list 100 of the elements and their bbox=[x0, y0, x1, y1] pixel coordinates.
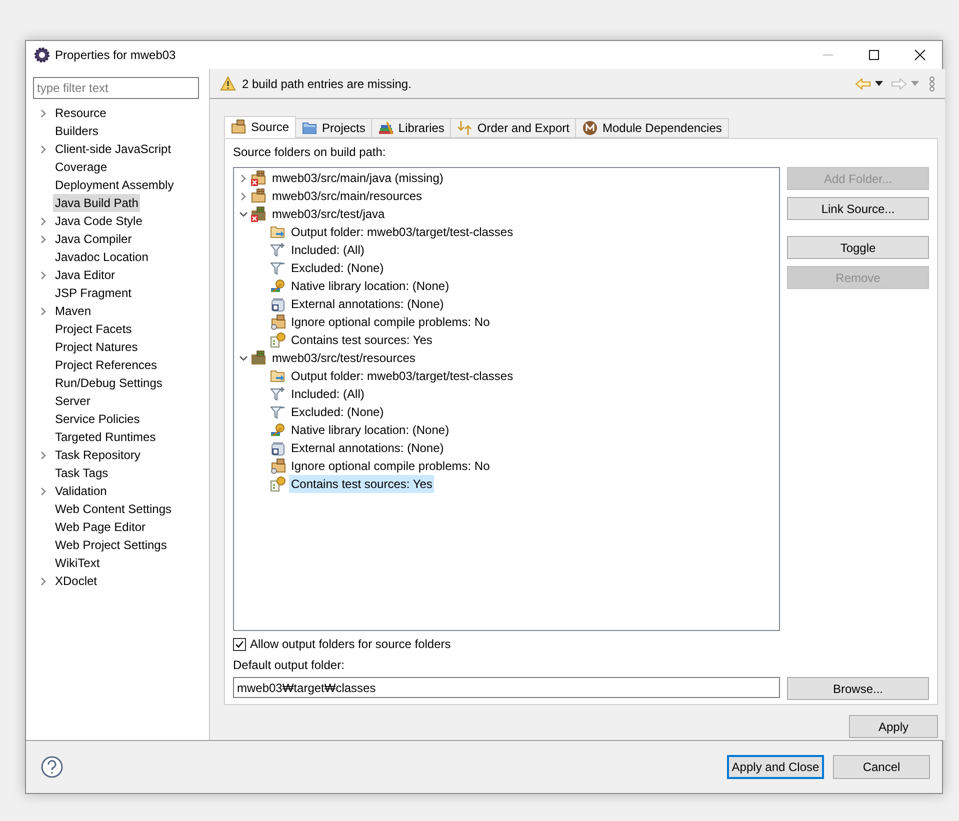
checkbox-label: Allow output folders for source folders bbox=[250, 636, 451, 653]
section-label: Source folders on build path: bbox=[233, 144, 387, 160]
nav-item[interactable]: XDoclet bbox=[53, 572, 100, 590]
apply-button[interactable]: Apply bbox=[849, 715, 938, 738]
nav-item[interactable]: Java Build Path bbox=[53, 194, 140, 212]
chevron-icon[interactable] bbox=[38, 576, 48, 586]
m-circle-icon bbox=[582, 120, 598, 136]
nav-item[interactable]: Project References bbox=[53, 356, 160, 374]
window-title: Properties for mweb03 bbox=[55, 47, 176, 64]
chevron-icon[interactable] bbox=[38, 216, 48, 226]
nav-item[interactable]: Validation bbox=[53, 482, 109, 500]
chevron-icon[interactable] bbox=[38, 144, 48, 154]
tab[interactable]: Order and Export bbox=[450, 118, 576, 138]
nav-item[interactable]: Web Project Settings bbox=[53, 536, 169, 554]
chevron-icon[interactable] bbox=[239, 210, 248, 218]
tree-item[interactable]: Included: (All) bbox=[289, 241, 366, 259]
chevron-icon[interactable] bbox=[239, 192, 248, 200]
tree-item[interactable]: External annotations: (None) bbox=[289, 295, 446, 313]
tree-item[interactable]: mweb03/src/test/java bbox=[270, 205, 387, 223]
nav-item[interactable]: Project Natures bbox=[53, 338, 140, 356]
more-options-icon[interactable] bbox=[929, 76, 935, 92]
tree-item[interactable]: Output folder: mweb03/target/test-classes bbox=[289, 223, 516, 241]
tree-item[interactable]: mweb03/src/test/resources bbox=[270, 349, 418, 367]
jar-icon bbox=[270, 440, 286, 456]
dialog-button[interactable]: Apply and Close bbox=[727, 755, 824, 779]
nav-item[interactable]: Web Content Settings bbox=[53, 500, 174, 518]
filter-plus-icon bbox=[270, 386, 286, 402]
filter-plus-icon bbox=[270, 242, 286, 258]
tree-item[interactable]: Excluded: (None) bbox=[289, 403, 386, 421]
nav-item[interactable]: Resource bbox=[53, 104, 108, 122]
nav-item[interactable]: Run/Debug Settings bbox=[53, 374, 164, 392]
tree-item[interactable]: Native library location: (None) bbox=[289, 277, 452, 295]
arrows-up-down-icon bbox=[457, 120, 474, 136]
side-button[interactable]: Toggle bbox=[787, 236, 929, 259]
nav-item[interactable]: Coverage bbox=[53, 158, 110, 176]
tree-item[interactable]: Contains test sources: Yes bbox=[289, 475, 434, 493]
help-icon[interactable] bbox=[41, 756, 63, 778]
tree-item[interactable]: Contains test sources: Yes bbox=[289, 331, 434, 349]
gear-icon bbox=[34, 47, 50, 63]
tree-item[interactable]: mweb03/src/main/java (missing) bbox=[270, 169, 446, 187]
nav-item[interactable]: Targeted Runtimes bbox=[53, 428, 158, 446]
chevron-icon[interactable] bbox=[239, 174, 248, 182]
close-icon[interactable] bbox=[914, 49, 926, 61]
browse-button[interactable]: Browse... bbox=[787, 677, 929, 700]
forward-arrow-icon[interactable] bbox=[891, 78, 907, 90]
chevron-icon[interactable] bbox=[38, 108, 48, 118]
folder-package-icon bbox=[270, 458, 286, 474]
chevron-icon[interactable] bbox=[239, 354, 248, 362]
tree-item[interactable]: Ignore optional compile problems: No bbox=[289, 457, 492, 475]
tree-item[interactable]: External annotations: (None) bbox=[289, 439, 446, 457]
output-folder-field[interactable]: mweb03₩target₩classes bbox=[233, 677, 780, 698]
folder-icon bbox=[302, 120, 318, 136]
nav-item[interactable]: Deployment Assembly bbox=[53, 176, 176, 194]
nav-item[interactable]: Maven bbox=[53, 302, 94, 320]
tree-item[interactable]: Native library location: (None) bbox=[289, 421, 452, 439]
nav-item[interactable]: Web Page Editor bbox=[53, 518, 148, 536]
nav-item[interactable]: Client-side JavaScript bbox=[53, 140, 174, 158]
nav-item[interactable]: JSP Fragment bbox=[53, 284, 134, 302]
jar-icon bbox=[270, 296, 286, 312]
chevron-icon[interactable] bbox=[38, 486, 48, 496]
nav-item[interactable]: Task Tags bbox=[53, 464, 110, 482]
nav-item[interactable]: Project Facets bbox=[53, 320, 134, 338]
tree-item[interactable]: Included: (All) bbox=[289, 385, 366, 403]
tree-item[interactable]: Output folder: mweb03/target/test-classes bbox=[289, 367, 516, 385]
nav-item[interactable]: WikiText bbox=[53, 554, 102, 572]
side-button[interactable]: Link Source... bbox=[787, 197, 929, 220]
tree-item[interactable]: Excluded: (None) bbox=[289, 259, 386, 277]
checkbox[interactable] bbox=[233, 638, 246, 650]
tab[interactable]: Module Dependencies bbox=[575, 118, 729, 138]
tab[interactable]: Libraries bbox=[371, 118, 452, 138]
tree-item[interactable]: mweb03/src/main/resources bbox=[270, 187, 424, 205]
nav-item[interactable]: Server bbox=[53, 392, 92, 410]
tree-item[interactable]: Ignore optional compile problems: No bbox=[289, 313, 492, 331]
chevron-icon[interactable] bbox=[38, 270, 48, 280]
maximize-icon[interactable] bbox=[868, 49, 880, 61]
nav-item[interactable]: Java Editor bbox=[53, 266, 118, 284]
filter-minus-icon bbox=[270, 404, 286, 420]
chevron-icon[interactable] bbox=[38, 234, 48, 244]
nav-item[interactable]: Javadoc Location bbox=[53, 248, 150, 266]
tab[interactable]: Projects bbox=[295, 118, 372, 138]
package-folder-icon bbox=[231, 119, 247, 135]
field-label: Default output folder: bbox=[233, 657, 346, 674]
warning-icon bbox=[220, 76, 236, 91]
chevron-icon[interactable] bbox=[38, 450, 48, 460]
filter-minus-icon bbox=[270, 260, 286, 276]
nav-item[interactable]: Java Code Style bbox=[53, 212, 144, 230]
books-gear-icon bbox=[270, 422, 286, 438]
nav-item[interactable]: Builders bbox=[53, 122, 100, 140]
test-sources-icon bbox=[270, 476, 286, 492]
filter-field[interactable]: type filter text bbox=[33, 77, 199, 99]
chevron-icon[interactable] bbox=[38, 306, 48, 316]
nav-item[interactable]: Service Policies bbox=[53, 410, 142, 428]
dropdown-caret-icon[interactable] bbox=[875, 80, 883, 86]
dialog-button[interactable]: Cancel bbox=[833, 755, 930, 779]
message-text: 2 build path entries are missing. bbox=[242, 76, 412, 92]
tab[interactable]: Source bbox=[224, 116, 296, 138]
test-sources-icon bbox=[270, 332, 286, 348]
nav-item[interactable]: Java Compiler bbox=[53, 230, 134, 248]
nav-item[interactable]: Task Repository bbox=[53, 446, 142, 464]
output-folder-icon bbox=[270, 368, 286, 384]
